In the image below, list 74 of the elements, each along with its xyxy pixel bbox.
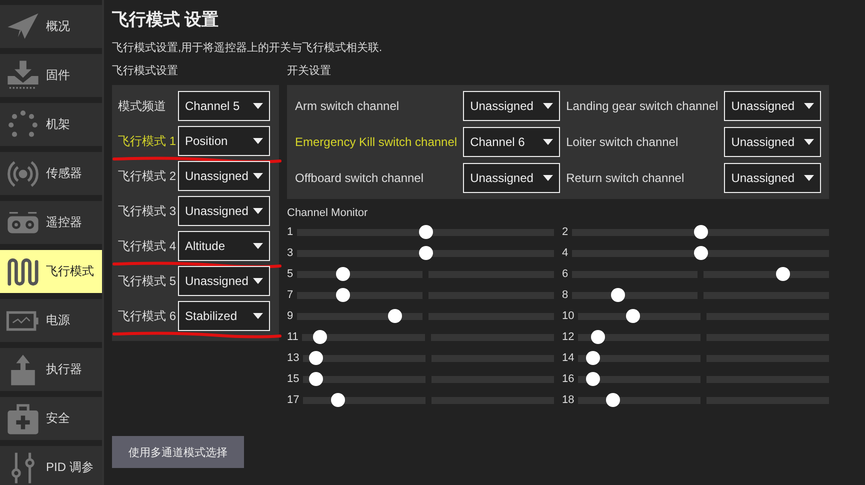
channel-number: 6 (562, 268, 568, 280)
mode-dropdown[interactable]: Unassigned (178, 266, 270, 296)
caret-icon (253, 208, 263, 214)
channel-number: 18 (562, 394, 574, 406)
caret-icon (804, 103, 814, 109)
channel-number: 3 (287, 247, 294, 259)
switch-label: Emergency Kill switch channel (295, 135, 458, 149)
sidebar-item[interactable]: 传感器 (0, 152, 102, 195)
channel-number: 17 (287, 394, 300, 406)
channel-number: 13 (287, 352, 300, 364)
caret-icon (543, 175, 554, 181)
switch-dropdown[interactable]: Unassigned (463, 163, 560, 193)
page-title: 飞行模式 设置 (112, 9, 220, 31)
mode-dropdown[interactable]: Unassigned (178, 196, 270, 226)
mode-label: 模式频道 (118, 98, 166, 114)
channel-number: 12 (562, 331, 574, 343)
switch-label: Arm switch channel (295, 99, 400, 113)
mode-dropdown[interactable]: Position (178, 126, 270, 156)
caret-icon (543, 139, 554, 145)
channel-number: 8 (562, 289, 568, 301)
section-heading: 开关设置 (287, 64, 332, 79)
caret-icon (543, 103, 554, 109)
caret-icon (253, 103, 263, 109)
mode-label: 飞行模式 6 (118, 308, 176, 324)
switch-dropdown[interactable]: Unassigned (724, 163, 822, 193)
caret-icon (253, 138, 263, 144)
mode-label: 飞行模式 3 (118, 202, 176, 220)
caret-icon (253, 173, 263, 179)
channel-number: 7 (287, 289, 294, 301)
mode-dropdown[interactable]: Channel 5 (178, 91, 270, 121)
sidebar-item[interactable]: 执行器 (0, 348, 102, 391)
switch-label: Loiter switch channel (566, 135, 680, 149)
sidebar-item[interactable]: 飞行模式 (0, 250, 102, 293)
medkit-icon (6, 402, 40, 436)
channel-number: 1 (287, 226, 294, 238)
sidebar-item[interactable]: 固件 (0, 54, 102, 97)
channel-number: 16 (562, 373, 574, 385)
switch-dropdown[interactable]: Channel 6 (463, 127, 560, 157)
mode-dropdown[interactable]: Stabilized (178, 301, 270, 331)
caret-icon (253, 278, 263, 284)
multi-channel-button[interactable]: 使用多通道模式选择 (112, 436, 244, 468)
switch-dropdown[interactable]: Unassigned (724, 91, 822, 121)
section-heading: Channel Monitor (287, 207, 369, 219)
switch-label: Offboard switch channel (295, 171, 425, 185)
caret-icon (253, 313, 263, 319)
mode-label: 飞行模式 5 (118, 272, 176, 290)
sidebar-item[interactable]: 安全 (0, 397, 102, 440)
channel-number: 15 (287, 373, 300, 385)
channel-number: 9 (287, 310, 294, 322)
channel-number: 14 (562, 352, 574, 364)
mode-dropdown[interactable]: Altitude (178, 231, 270, 261)
caret-icon (253, 243, 263, 249)
sidebar-item[interactable]: 概况 (0, 5, 102, 48)
mode-label: 飞行模式 4 (118, 238, 176, 254)
section-heading: 飞行模式设置 (112, 64, 179, 79)
mode-label: 飞行模式 2 (118, 168, 176, 184)
mode-dropdown[interactable]: Unassigned (178, 161, 270, 191)
sidebar-item[interactable]: 电源 (0, 299, 102, 342)
channel-number: 10 (562, 310, 574, 322)
switch-dropdown[interactable]: Unassigned (724, 127, 822, 157)
channel-number: 11 (287, 331, 298, 343)
switch-label: Landing gear switch channel (566, 99, 718, 113)
caret-icon (804, 139, 814, 145)
switch-dropdown[interactable]: Unassigned (463, 91, 560, 121)
switch-label: Return switch channel (566, 171, 686, 185)
sidebar-item[interactable]: 遥控器 (0, 201, 102, 244)
channel-number: 2 (562, 226, 568, 238)
page-description: 飞行模式设置,用于将遥控器上的开关与飞行模式相关联. (112, 40, 384, 55)
mode-label: 飞行模式 1 (118, 132, 176, 150)
channel-number: 5 (287, 268, 294, 280)
sidebar-item[interactable]: PID 调参 (0, 446, 102, 485)
channel-number: 4 (562, 247, 568, 259)
caret-icon (804, 175, 814, 181)
sidebar-item[interactable]: 机架 (0, 103, 102, 146)
